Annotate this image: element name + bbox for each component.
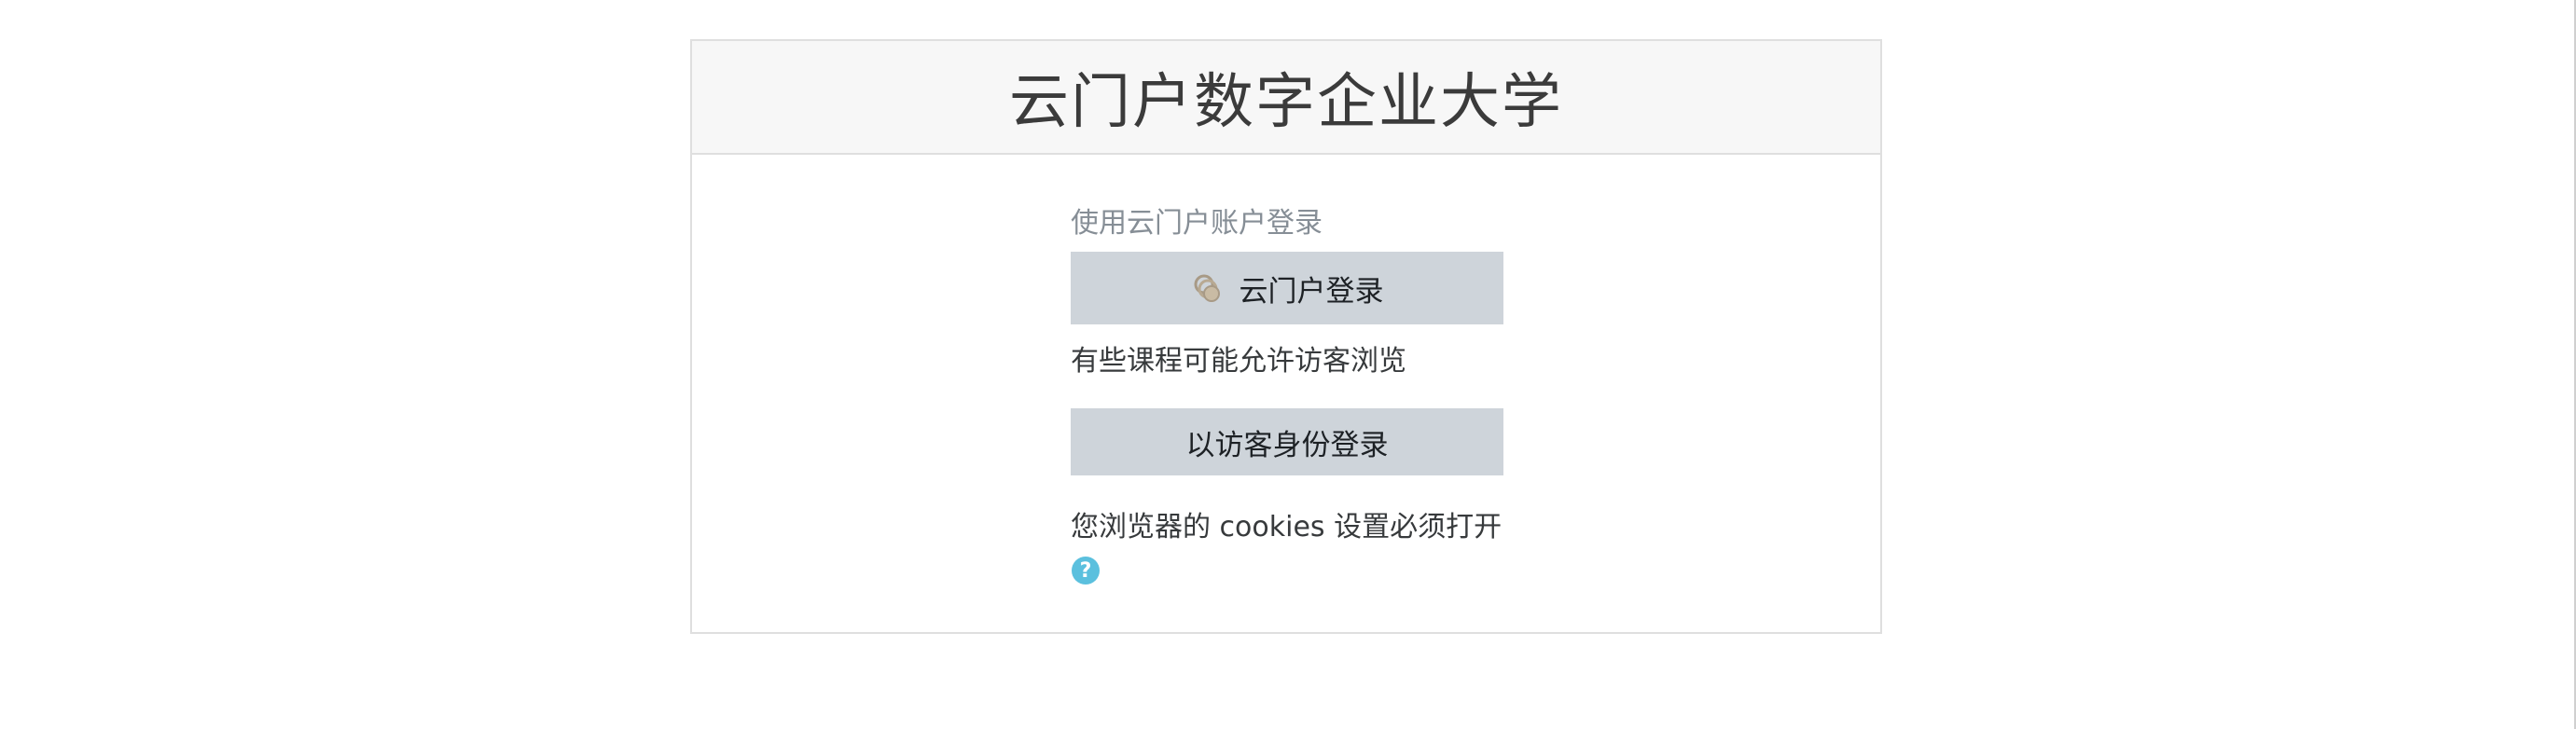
portal-login-button-label: 云门户登录: [1239, 274, 1384, 309]
guest-login-button-label: 以访客身份登录: [1185, 428, 1389, 462]
svg-text:?: ?: [1080, 559, 1092, 583]
portal-logo-icon: [1191, 271, 1225, 305]
guest-login-button[interactable]: 以访客身份登录: [1071, 408, 1503, 475]
question-circle-icon[interactable]: ?: [1071, 556, 1101, 585]
site-title: 云门户数字企业大学: [1009, 68, 1563, 137]
login-page: 云门户数字企业大学 使用云门户账户登录 云门户登录 有些课程可能允许访客浏览 以…: [0, 0, 2576, 729]
portal-login-button[interactable]: 云门户登录: [1071, 252, 1503, 324]
guest-access-note: 有些课程可能允许访客浏览: [1071, 345, 1406, 378]
login-card-header: 云门户数字企业大学: [692, 41, 1880, 155]
login-card-body: 使用云门户账户登录 云门户登录 有些课程可能允许访客浏览 以访客身份登录 您浏览…: [692, 155, 1880, 585]
login-card: 云门户数字企业大学 使用云门户账户登录 云门户登录 有些课程可能允许访客浏览 以…: [690, 39, 1882, 634]
oauth-login-heading: 使用云门户账户登录: [1071, 207, 1323, 240]
cookies-notice: 您浏览器的 cookies 设置必须打开: [1071, 511, 1503, 543]
